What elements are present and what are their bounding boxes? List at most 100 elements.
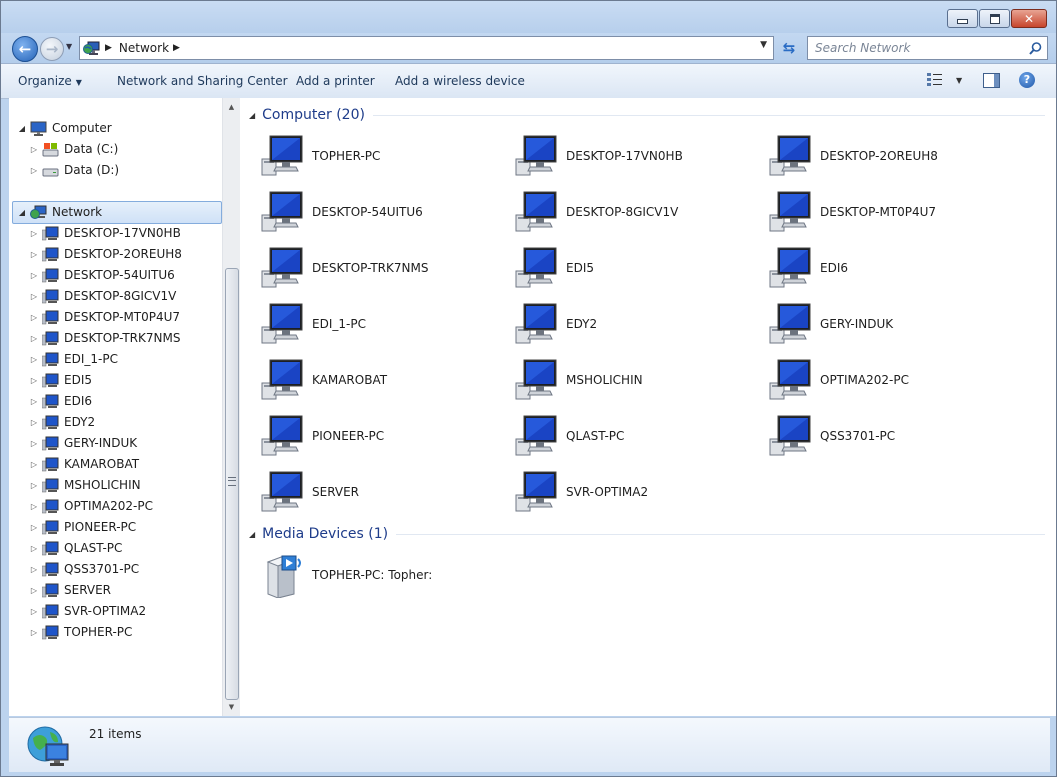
nav-scrollbar[interactable]: ▲ ▼ xyxy=(222,98,240,716)
nav-network-item[interactable]: ▷ OPTIMA202-PC xyxy=(29,496,153,516)
nav-drive-d[interactable]: ▷ Data (D:) xyxy=(29,160,119,180)
scroll-thumb[interactable] xyxy=(225,268,239,700)
search-box[interactable]: Search Network xyxy=(807,36,1048,60)
scroll-down-arrow-icon[interactable]: ▼ xyxy=(223,699,240,715)
expand-arrow-icon[interactable]: ▷ xyxy=(29,439,39,448)
expand-arrow-icon[interactable]: ▷ xyxy=(29,292,39,301)
minimize-button[interactable] xyxy=(947,9,978,28)
computer-tile[interactable]: OPTIMA202-PC xyxy=(766,355,1016,405)
recent-pages-dropdown[interactable]: ▼ xyxy=(66,42,72,51)
maximize-button[interactable] xyxy=(979,9,1010,28)
close-button[interactable]: ✕ xyxy=(1011,9,1047,28)
expand-arrow-icon[interactable]: ▷ xyxy=(29,376,39,385)
network-sharing-center-button[interactable]: Network and Sharing Center xyxy=(117,74,288,88)
address-bar[interactable]: ▶ Network ▶ ▼ xyxy=(79,36,774,60)
add-printer-button[interactable]: Add a printer xyxy=(296,74,375,88)
computer-tile[interactable]: GERY-INDUK xyxy=(766,299,1016,349)
nav-drive-c[interactable]: ▷ Data (C:) xyxy=(29,139,118,159)
nav-network-item[interactable]: ▷ EDI6 xyxy=(29,391,92,411)
refresh-button[interactable]: ⇆ xyxy=(777,38,801,58)
address-history-dropdown[interactable]: ▼ xyxy=(760,40,767,50)
organize-button[interactable]: Organize ▼ xyxy=(18,74,82,88)
expand-arrow-icon[interactable]: ▷ xyxy=(29,628,39,637)
expand-arrow-icon[interactable]: ▷ xyxy=(29,313,39,322)
nav-network-item[interactable]: ▷ DESKTOP-8GICV1V xyxy=(29,286,176,306)
nav-network-item[interactable]: ▷ QSS3701-PC xyxy=(29,559,139,579)
nav-network-item[interactable]: ▷ EDI_1-PC xyxy=(29,349,118,369)
computer-tile[interactable]: DESKTOP-2OREUH8 xyxy=(766,131,1016,181)
computer-tile[interactable]: DESKTOP-8GICV1V xyxy=(512,187,762,237)
computer-tile[interactable]: DESKTOP-MT0P4U7 xyxy=(766,187,1016,237)
computer-tile[interactable]: QLAST-PC xyxy=(512,411,762,461)
nav-network-item[interactable]: ▷ DESKTOP-2OREUH8 xyxy=(29,244,182,264)
nav-network-item[interactable]: ▷ PIONEER-PC xyxy=(29,517,136,537)
collapse-arrow-icon[interactable]: ◢ xyxy=(17,208,27,217)
nav-network-item[interactable]: ▷ DESKTOP-TRK7NMS xyxy=(29,328,180,348)
computer-group-header[interactable]: ◢ Computer (20) xyxy=(249,105,1045,125)
nav-network-item[interactable]: ▷ EDY2 xyxy=(29,412,95,432)
collapse-arrow-icon[interactable]: ◢ xyxy=(17,124,27,133)
breadcrumb-separator[interactable]: ▶ xyxy=(105,43,112,53)
preview-pane-button[interactable] xyxy=(983,73,1000,88)
expand-arrow-icon[interactable]: ▷ xyxy=(29,481,39,490)
nav-network[interactable]: ◢ Network xyxy=(17,202,102,222)
computer-tile[interactable]: DESKTOP-17VN0HB xyxy=(512,131,762,181)
computer-tile[interactable]: EDI_1-PC xyxy=(258,299,508,349)
expand-arrow-icon[interactable]: ▷ xyxy=(29,544,39,553)
search-input[interactable]: Search Network xyxy=(815,41,1029,55)
add-wireless-device-button[interactable]: Add a wireless device xyxy=(395,74,525,88)
help-icon[interactable]: ? xyxy=(1019,72,1035,88)
nav-network-item[interactable]: ▷ TOPHER-PC xyxy=(29,622,132,642)
expand-arrow-icon[interactable]: ▷ xyxy=(29,397,39,406)
collapse-group-icon[interactable]: ◢ xyxy=(249,111,255,120)
expand-arrow-icon[interactable]: ▷ xyxy=(29,565,39,574)
computer-tile[interactable]: KAMAROBAT xyxy=(258,355,508,405)
nav-network-item[interactable]: ▷ SERVER xyxy=(29,580,111,600)
computer-tile[interactable]: DESKTOP-TRK7NMS xyxy=(258,243,508,293)
breadcrumb-network[interactable]: Network xyxy=(119,41,169,55)
computer-tile[interactable]: EDY2 xyxy=(512,299,762,349)
expand-arrow-icon[interactable]: ▷ xyxy=(29,460,39,469)
nav-network-item[interactable]: ▷ MSHOLICHIN xyxy=(29,475,141,495)
computer-tile[interactable]: DESKTOP-54UITU6 xyxy=(258,187,508,237)
nav-computer[interactable]: ◢ Computer xyxy=(17,118,112,138)
nav-network-item[interactable]: ▷ EDI5 xyxy=(29,370,92,390)
breadcrumb-separator-2[interactable]: ▶ xyxy=(173,43,180,53)
computer-tile[interactable]: EDI6 xyxy=(766,243,1016,293)
expand-arrow-icon[interactable]: ▷ xyxy=(29,607,39,616)
expand-arrow-icon[interactable]: ▷ xyxy=(29,229,39,238)
media-device-tile[interactable]: TOPHER-PC: Topher: xyxy=(258,550,508,600)
expand-arrow-icon[interactable]: ▷ xyxy=(29,166,39,175)
expand-arrow-icon[interactable]: ▷ xyxy=(29,145,39,154)
nav-network-item[interactable]: ▷ SVR-OPTIMA2 xyxy=(29,601,146,621)
computer-tile[interactable]: SVR-OPTIMA2 xyxy=(512,467,762,517)
change-view-button[interactable]: ▼ xyxy=(927,73,962,87)
nav-network-item[interactable]: ▷ DESKTOP-17VN0HB xyxy=(29,223,181,243)
nav-network-item[interactable]: ▷ DESKTOP-54UITU6 xyxy=(29,265,175,285)
computer-tile[interactable]: TOPHER-PC xyxy=(258,131,508,181)
expand-arrow-icon[interactable]: ▷ xyxy=(29,250,39,259)
forward-button[interactable]: → xyxy=(40,37,64,61)
expand-arrow-icon[interactable]: ▷ xyxy=(29,355,39,364)
nav-network-item[interactable]: ▷ GERY-INDUK xyxy=(29,433,137,453)
expand-arrow-icon[interactable]: ▷ xyxy=(29,418,39,427)
computer-tile[interactable]: PIONEER-PC xyxy=(258,411,508,461)
computer-tile[interactable]: MSHOLICHIN xyxy=(512,355,762,405)
expand-arrow-icon[interactable]: ▷ xyxy=(29,586,39,595)
view-dropdown-icon[interactable]: ▼ xyxy=(956,76,962,85)
expand-arrow-icon[interactable]: ▷ xyxy=(29,502,39,511)
expand-arrow-icon[interactable]: ▷ xyxy=(29,334,39,343)
computer-tile[interactable]: SERVER xyxy=(258,467,508,517)
back-button[interactable]: ← xyxy=(12,36,38,62)
nav-network-item[interactable]: ▷ KAMAROBAT xyxy=(29,454,139,474)
expand-arrow-icon[interactable]: ▷ xyxy=(29,523,39,532)
expand-arrow-icon[interactable]: ▷ xyxy=(29,271,39,280)
search-icon[interactable] xyxy=(1029,41,1042,55)
computer-tile[interactable]: EDI5 xyxy=(512,243,762,293)
nav-network-item[interactable]: ▷ DESKTOP-MT0P4U7 xyxy=(29,307,180,327)
media-group-header[interactable]: ◢ Media Devices (1) xyxy=(249,524,1045,544)
collapse-group-icon[interactable]: ◢ xyxy=(249,530,255,539)
nav-network-item[interactable]: ▷ QLAST-PC xyxy=(29,538,122,558)
computer-tile[interactable]: QSS3701-PC xyxy=(766,411,1016,461)
scroll-up-arrow-icon[interactable]: ▲ xyxy=(223,99,240,115)
